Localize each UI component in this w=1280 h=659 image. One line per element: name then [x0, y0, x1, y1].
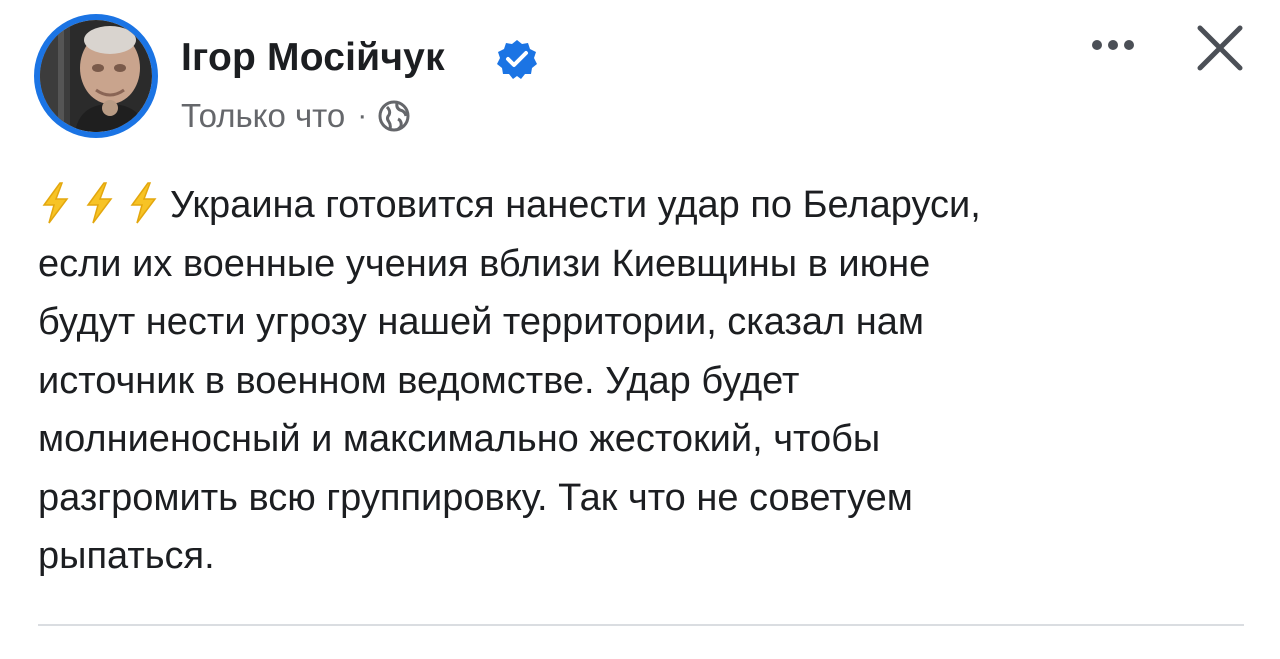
- post-text-segment: Украина готовится нанести удар по Белару…: [170, 184, 981, 226]
- post-text-line: источник в военном ведомстве. Удар будет: [38, 359, 800, 402]
- post-text-line: разгромить всю группировку. Так что не с…: [38, 476, 913, 519]
- more-options-button[interactable]: [1083, 30, 1143, 60]
- more-dots-icon: [1124, 40, 1134, 50]
- close-icon[interactable]: [1192, 20, 1248, 76]
- globe-icon[interactable]: [377, 99, 411, 133]
- post-text-line: Украина готовится нанести удар по Белару…: [38, 176, 1248, 235]
- verified-badge-icon: [497, 40, 537, 79]
- avatar[interactable]: [34, 14, 158, 138]
- post-text-line: рыпаться.: [38, 535, 215, 577]
- lightning-icon: [86, 182, 113, 224]
- post-header: Ігор Мосійчук Только что ·: [0, 0, 1280, 150]
- post-meta: Только что ·: [181, 96, 411, 136]
- post-text-line: молниеносный и максимально жестокий, что…: [38, 418, 881, 460]
- meta-separator: ·: [357, 99, 368, 132]
- post-text-line: будут нести угрозу нашей территории, ска…: [38, 301, 925, 343]
- post-text-line: если их военные учения вблизи Киевщины в…: [38, 242, 931, 285]
- more-dots-icon: [1108, 40, 1118, 50]
- lightning-icon: [130, 182, 157, 224]
- lightning-icon: [42, 182, 69, 224]
- timestamp[interactable]: Только что: [181, 97, 345, 135]
- post-divider: [38, 624, 1244, 626]
- avatar-photo: [40, 20, 152, 132]
- more-dots-icon: [1092, 40, 1102, 50]
- author-name[interactable]: Ігор Мосійчук: [181, 36, 445, 80]
- post-text: Украина готовится нанести удар по Белару…: [38, 176, 1248, 586]
